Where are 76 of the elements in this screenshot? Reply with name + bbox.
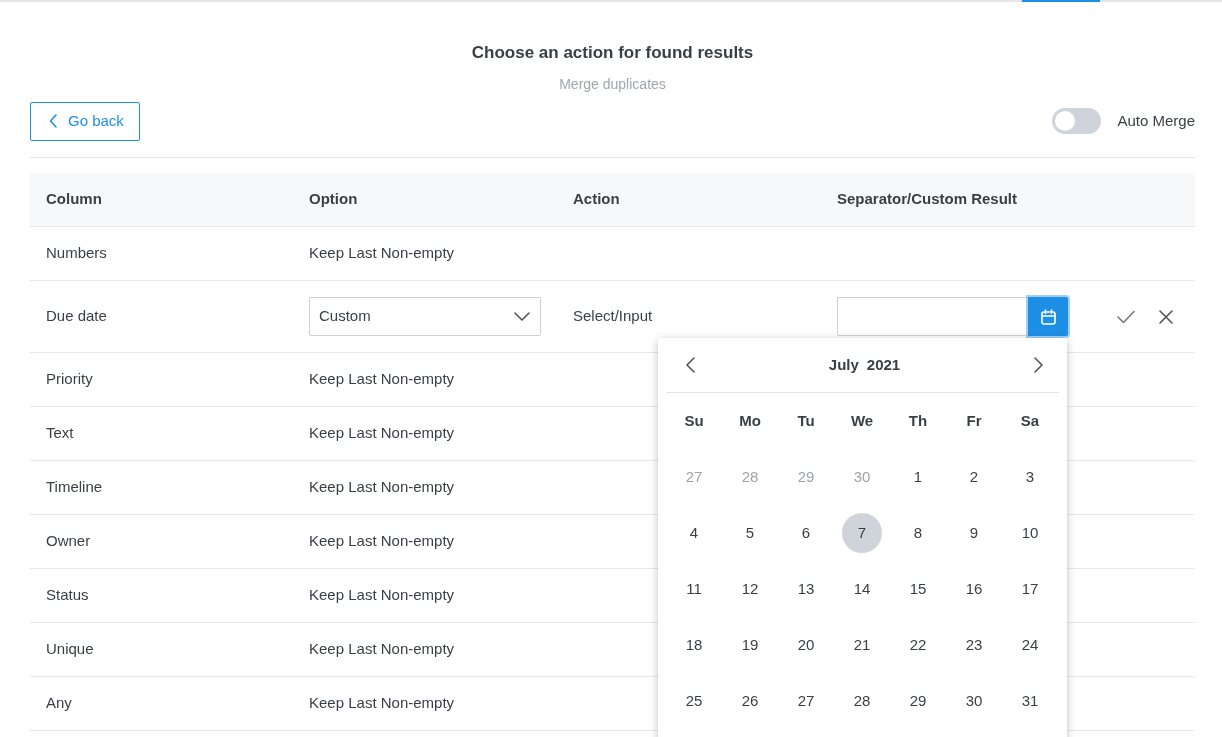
table-cell: Keep Last Non-empty [293,568,557,623]
chevron-right-icon [1034,357,1043,373]
calendar-day[interactable]: 31 [1010,681,1050,721]
back-button[interactable]: Go back [30,101,140,141]
table-cell: Unique [30,622,293,677]
calendar-day[interactable]: 20 [786,625,826,665]
weekday-label: Tu [797,410,815,431]
table-cell: Any [30,676,293,731]
calendar-day[interactable]: 24 [1010,625,1050,665]
calendar-day[interactable]: 7 [842,513,882,553]
calendar-day[interactable]: 23 [954,625,994,665]
calendar-day[interactable]: 25 [674,681,714,721]
weekday-label: We [850,410,874,431]
table-cell: Due date [30,280,293,353]
check-icon [1117,309,1135,324]
date-input-field[interactable] [837,297,1028,336]
table-cell: Keep Last Non-empty [293,352,557,407]
calendar-day[interactable]: 5 [730,513,770,553]
table-cell: Owner [30,514,293,569]
option-dropdown[interactable]: Custom [309,297,541,336]
close-icon [1159,309,1173,324]
calendar-day[interactable]: 10 [1010,513,1050,553]
table-cell: Timeline [30,460,293,515]
calendar-button[interactable] [1028,297,1068,336]
auto-merge-label: Auto Merge [1117,110,1195,131]
calendar-day[interactable]: 6 [786,513,826,553]
page-subtitle: Merge duplicates [558,74,667,94]
page-title: Choose an action for found results [470,42,755,64]
table-cell: Keep Last Non-empty [293,226,557,281]
auto-merge-toggle[interactable] [1052,108,1102,134]
calendar-day[interactable]: 15 [898,569,938,609]
calendar-day[interactable]: 3 [1010,457,1050,497]
calendar-day[interactable]: 2 [954,457,994,497]
weekday-label: Th [908,410,928,431]
chevron-left-icon [686,357,695,373]
calendar-day[interactable]: 16 [954,569,994,609]
table-cell: Keep Last Non-empty [293,460,557,515]
table-cell: Priority [30,352,293,407]
calendar-day[interactable]: 13 [786,569,826,609]
calendar-day[interactable]: 27 [786,681,826,721]
table-cell: Keep Last Non-empty [293,514,557,569]
calendar-day[interactable]: 22 [898,625,938,665]
calendar-day[interactable]: 19 [730,625,770,665]
weekday-label: Mo [739,410,761,431]
calendar-day[interactable]: 4 [674,513,714,553]
calendar-icon [1040,308,1056,325]
table-cell: Keep Last Non-empty [293,622,557,677]
table-cell: Keep Last Non-empty [293,676,557,731]
table-cell: Text [30,406,293,461]
calendar-day[interactable]: 12 [730,569,770,609]
calendar-day[interactable]: 14 [842,569,882,609]
calendar-day[interactable]: 29 [898,681,938,721]
calendar-day[interactable]: 17 [1010,569,1050,609]
calendar-day[interactable]: 28 [842,681,882,721]
chevron-down-icon [514,312,530,321]
calendar-day[interactable]: 18 [674,625,714,665]
column-header: Option [293,172,557,227]
table-cell: Numbers [30,226,293,281]
calendar-day[interactable]: 9 [954,513,994,553]
calendar-day[interactable]: 1 [898,457,938,497]
column-header: Column [30,172,293,227]
weekday-label: Sa [1020,410,1040,431]
calendar-day[interactable]: 11 [674,569,714,609]
calendar-day[interactable]: 30 [954,681,994,721]
column-header: Separator/Custom Result [821,172,1095,227]
column-header: Action [557,172,821,227]
month-label: July [828,354,859,375]
calendar-day[interactable]: 21 [842,625,882,665]
year-label: 2021 [866,354,901,375]
calendar-day[interactable]: 8 [898,513,938,553]
chevron-left-icon [49,114,58,128]
table-cell: Status [30,568,293,623]
weekday-label: Fr [966,410,982,431]
calendar-day[interactable]: 26 [730,681,770,721]
table-cell: Keep Last Non-empty [293,406,557,461]
weekday-label: Su [684,410,704,431]
